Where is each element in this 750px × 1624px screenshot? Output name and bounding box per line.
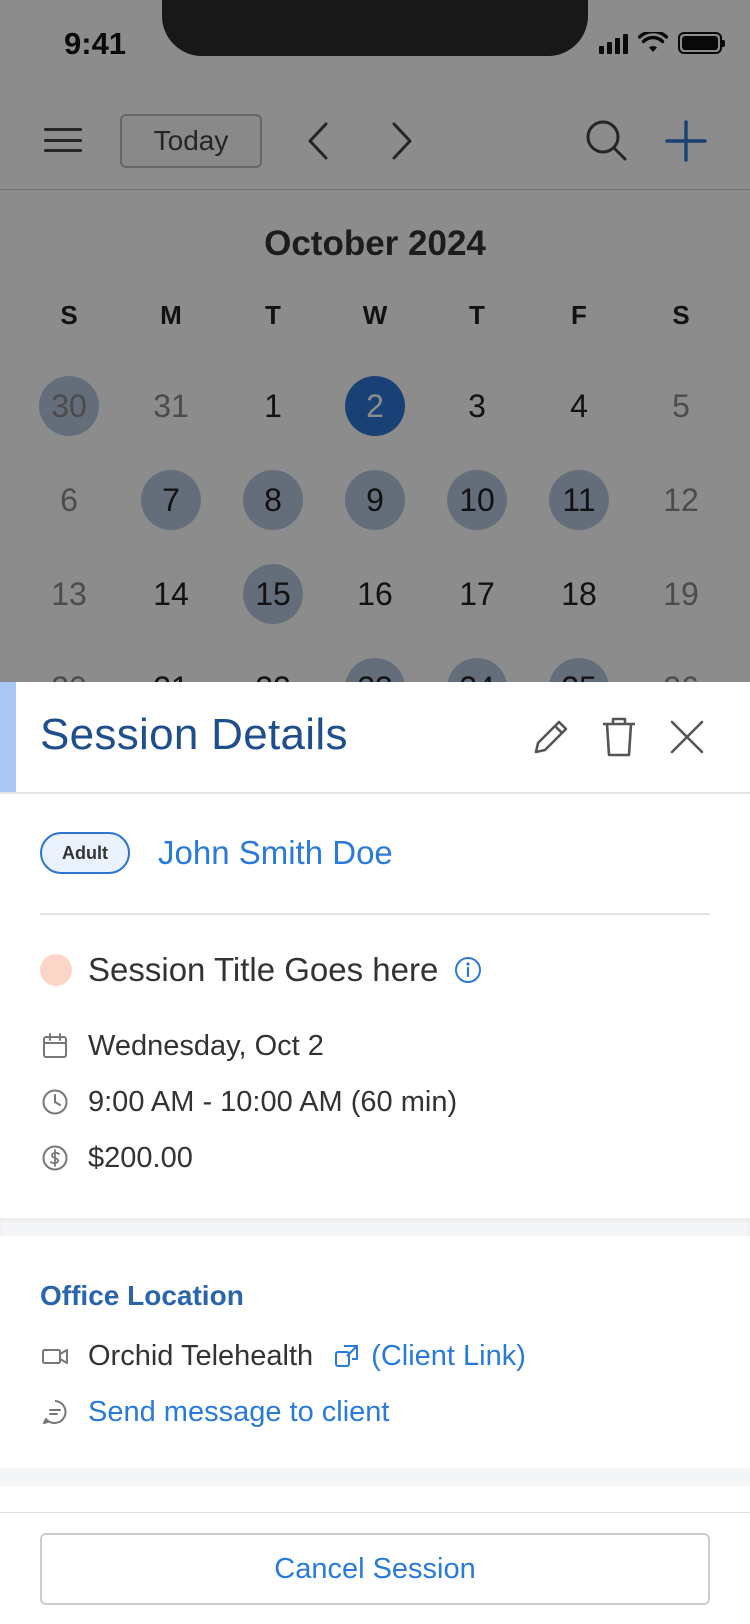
client-link-label[interactable]: (Client Link) (371, 1340, 526, 1373)
location-row: Orchid Telehealth (Client Link) (40, 1338, 526, 1374)
message-icon (43, 1400, 67, 1424)
calendar-icon (43, 1033, 67, 1058)
session-price-row: $200.00 (40, 1140, 193, 1176)
message-row: Send message to client (40, 1394, 389, 1430)
client-row: Adult John Smith Doe (40, 832, 710, 896)
dollar-icon (42, 1145, 68, 1171)
client-type-badge: Adult (40, 832, 130, 874)
close-icon[interactable] (664, 714, 710, 760)
send-message-link[interactable]: Send message to client (88, 1396, 389, 1429)
accent-bar (0, 682, 16, 792)
session-time: 9:00 AM - 10:00 AM (60 min) (88, 1085, 458, 1118)
session-price: $200.00 (88, 1141, 193, 1174)
session-date-row: Wednesday, Oct 2 (40, 1028, 324, 1064)
location-name: Orchid Telehealth (88, 1339, 314, 1372)
section-divider (0, 1218, 750, 1236)
sheet-footer: Cancel Session (0, 1512, 750, 1624)
session-date: Wednesday, Oct 2 (88, 1029, 324, 1062)
trash-icon[interactable] (596, 714, 642, 760)
client-name-link[interactable]: John Smith Doe (158, 834, 393, 872)
cancel-session-button[interactable]: Cancel Session (40, 1533, 710, 1605)
divider (40, 913, 710, 915)
clock-icon (42, 1089, 68, 1115)
sheet-title: Session Details (40, 710, 348, 759)
client-link[interactable]: (Client Link) (333, 1340, 526, 1373)
section-divider (0, 1468, 750, 1486)
session-title: Session Title Goes here (88, 951, 439, 988)
session-time-row: 9:00 AM - 10:00 AM (60 min) (40, 1084, 457, 1120)
sheet-header: Session Details (0, 682, 750, 794)
session-color-dot (40, 954, 72, 986)
edit-pencil-icon[interactable] (528, 714, 574, 760)
session-title-row: Session Title Goes here (40, 948, 482, 992)
info-icon[interactable] (454, 956, 482, 984)
session-details-sheet: Session Details Adult John Smith Doe Ses… (0, 682, 750, 1624)
video-camera-icon (42, 1349, 68, 1364)
external-link-icon (335, 1345, 359, 1367)
office-location-heading: Office Location (40, 1280, 244, 1311)
modal-backdrop[interactable] (0, 0, 750, 690)
